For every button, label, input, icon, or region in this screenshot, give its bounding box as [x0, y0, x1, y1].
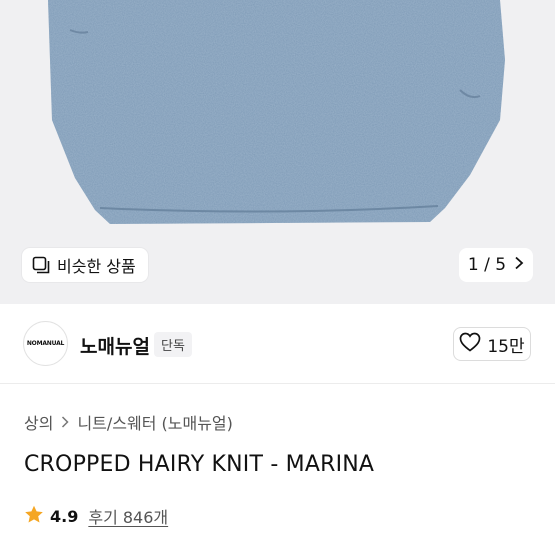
chevron-right-icon[interactable] [514, 255, 524, 275]
image-pager[interactable]: 1 / 5 [459, 248, 533, 282]
pager-text: 1 / 5 [467, 255, 507, 275]
similar-items-icon [32, 256, 50, 274]
review-count-link[interactable]: 후기 846개 [88, 504, 168, 528]
breadcrumb: 상의 니트/스웨터 (노매뉴얼) [24, 410, 233, 434]
breadcrumb-subcategory[interactable]: 니트/스웨터 (노매뉴얼) [77, 410, 232, 434]
product-image-carousel[interactable]: 비슷한 상품 1 / 5 [0, 0, 555, 304]
chevron-right-icon [61, 413, 70, 432]
rating-score: 4.9 [50, 506, 79, 526]
similar-items-button[interactable]: 비슷한 상품 [22, 248, 148, 282]
breadcrumb-category[interactable]: 상의 [24, 410, 53, 434]
like-count: 15만 [487, 336, 525, 357]
brand-logo[interactable]: NOMANUAL [23, 321, 68, 366]
brand-logo-text: NOMANUAL [26, 340, 65, 347]
rating-summary: 4.9 후기 846개 [24, 504, 168, 528]
heart-outline-icon [459, 332, 481, 357]
brand-name[interactable]: 노매뉴얼 [80, 332, 150, 359]
like-button[interactable]: 15만 [453, 327, 531, 361]
product-title: CROPPED HAIRY KNIT - MARINA [24, 452, 375, 477]
star-icon [24, 505, 44, 528]
exclusive-badge: 단독 [154, 332, 192, 357]
similar-items-label: 비슷한 상품 [57, 257, 136, 276]
